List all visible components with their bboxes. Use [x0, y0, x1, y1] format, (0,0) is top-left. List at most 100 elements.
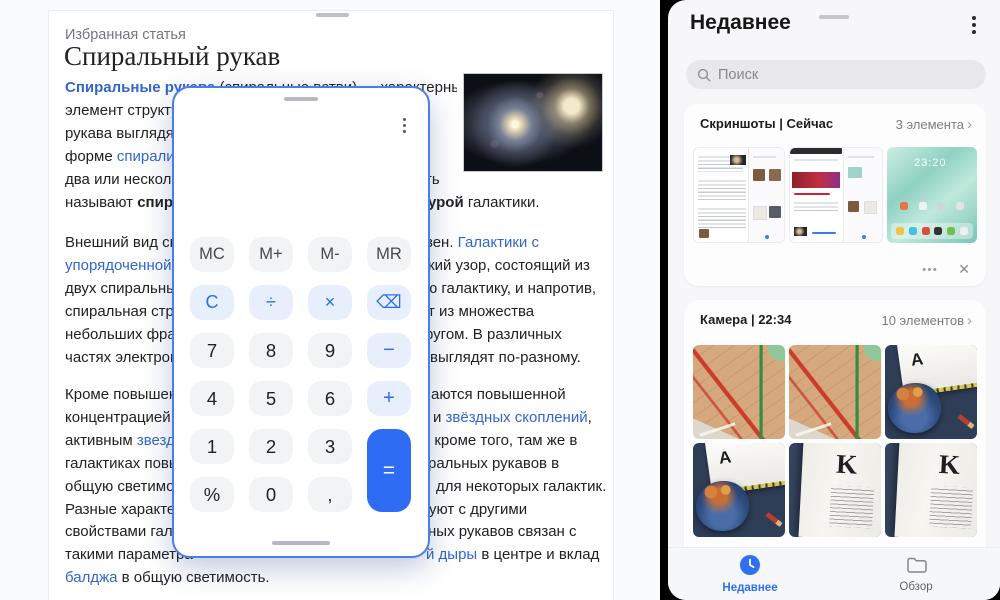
calculator-resize-handle-icon[interactable]	[272, 541, 330, 545]
article-text: Внешний вид спи	[65, 234, 187, 251]
tab-label: Недавнее	[722, 582, 778, 594]
kebab-menu-icon[interactable]	[972, 16, 976, 20]
key-6[interactable]: 6	[308, 381, 352, 416]
key-mc[interactable]: MC	[190, 237, 234, 272]
key-3[interactable]: 3	[308, 429, 352, 464]
article-line-continuation: зен. Галактики с	[426, 233, 539, 253]
article-text: галактики.	[463, 194, 540, 211]
key-7[interactable]: 7	[190, 333, 234, 368]
article-text: для некоторых галактик.	[436, 478, 607, 495]
search-icon	[697, 68, 711, 81]
close-icon[interactable]: ✕	[958, 261, 970, 278]
article-text: т из множества	[428, 303, 535, 320]
key-0[interactable]: 0	[249, 477, 293, 512]
article-link[interactable]: звёздных скоплений	[446, 409, 588, 426]
photo-letter: A	[717, 447, 733, 468]
article-line-continuation: уют с другими	[429, 500, 527, 520]
article-link[interactable]: спирали	[117, 148, 175, 165]
screenshots-count: 3 элемента	[895, 117, 964, 132]
search-input[interactable]: Поиск	[686, 60, 986, 89]
key-1[interactable]: 1	[190, 429, 234, 464]
article-text: ральных рукавов в	[428, 455, 560, 472]
article-line-continuation: урой галактики.	[428, 193, 540, 213]
article-link[interactable]: й дыры	[426, 546, 477, 563]
screenshots-count-link[interactable]: 3 элемента ›	[896, 116, 972, 133]
key-backspace-icon[interactable]: ⌫	[367, 285, 411, 320]
article-text: ,	[587, 409, 592, 426]
article-text: двух спиральных	[65, 280, 185, 297]
key-minus[interactable]: −	[367, 333, 411, 368]
article-text: Кроме повышенн	[65, 386, 186, 403]
chevron-right-icon: ›	[967, 312, 972, 329]
article-line-continuation: выглядят по-разному.	[430, 348, 581, 368]
article-line-continuation: для некоторых галактик.	[436, 477, 606, 497]
article-text: активным	[65, 432, 137, 449]
screenshot-thumbnail[interactable]	[789, 147, 883, 243]
article-text: концентрацией	[65, 409, 175, 426]
article-text: форме	[65, 148, 117, 165]
screenshot-thumbnail[interactable]	[693, 147, 785, 243]
photo-metro-map[interactable]	[789, 345, 881, 439]
wikipedia-app-window: Избранная статья Спиральный рукав Спирал…	[0, 0, 660, 600]
search-placeholder: Поиск	[718, 66, 759, 83]
calculator-drag-handle-icon[interactable]	[284, 97, 318, 101]
article-text: ругом. В различных	[425, 326, 562, 343]
article-line: балджа в общую светимость.	[65, 568, 611, 589]
screenshot-thumbnail-home-screen[interactable]: 23:20	[887, 147, 977, 243]
article-link[interactable]: упорядоченной с	[65, 257, 183, 274]
article-text: в центре и вклад	[477, 546, 600, 563]
calculator-window: MC M+ M- MR C ÷ × ⌫ 7 8 9 − 4 5 6 + 1 2 …	[172, 86, 430, 558]
article-line-continuation: ральных рукавов в	[428, 454, 559, 474]
key-clear[interactable]: C	[190, 285, 234, 320]
key-mr[interactable]: MR	[367, 237, 411, 272]
article-text: называют	[65, 194, 138, 211]
screenshots-section-title: Скриншоты | Сейчас	[700, 116, 834, 131]
dock	[891, 223, 973, 239]
article-line-continuation: й дыры в центре и вклад	[426, 545, 599, 565]
galaxy-image[interactable]	[463, 73, 603, 172]
folder-icon	[906, 555, 927, 575]
chevron-right-icon: ›	[967, 116, 972, 133]
window-drag-handle[interactable]	[316, 13, 349, 17]
key-8[interactable]: 8	[249, 333, 293, 368]
article-line-continuation: аются повышенной	[431, 385, 566, 405]
photo-letter: K	[835, 448, 858, 480]
key-multiply[interactable]: ×	[308, 285, 352, 320]
camera-count-link[interactable]: 10 элементов ›	[881, 312, 972, 329]
article-line-continuation: , кроме того, там же в	[426, 431, 577, 451]
key-m-plus[interactable]: M+	[249, 237, 293, 272]
article-line-continuation: т из множества	[428, 302, 534, 322]
key-comma[interactable]: ,	[308, 477, 352, 512]
screenshots-card: Скриншоты | Сейчас 3 элемента › 23:20 ••…	[684, 104, 986, 286]
key-4[interactable]: 4	[190, 381, 234, 416]
kebab-menu-icon[interactable]	[402, 118, 406, 122]
key-percent[interactable]: %	[190, 477, 234, 512]
article-text: урой	[428, 194, 464, 211]
photo-book-and-stone[interactable]: A	[885, 345, 977, 439]
article-text: аются повышенной	[431, 386, 566, 403]
more-options-icon[interactable]: •••	[922, 264, 938, 276]
key-2[interactable]: 2	[249, 429, 293, 464]
photo-book-page[interactable]: K	[789, 443, 881, 537]
bottom-tab-bar: Недавнее Обзор	[668, 547, 1000, 600]
panel-drag-handle-icon[interactable]	[819, 15, 849, 19]
photo-book-page[interactable]: K	[885, 443, 977, 537]
key-9[interactable]: 9	[308, 333, 352, 368]
key-m-minus[interactable]: M-	[308, 237, 352, 272]
tab-label: Обзор	[899, 581, 933, 593]
camera-section-title: Камера | 22:34	[700, 312, 792, 327]
article-link[interactable]: Галактики с	[458, 234, 539, 251]
article-line-continuation: ных рукавов связан с	[428, 522, 577, 542]
photo-metro-map[interactable]	[693, 345, 785, 439]
article-link[interactable]: балджа	[65, 569, 117, 586]
tab-browse[interactable]: Обзор	[856, 555, 976, 593]
article-text: в общую светимость.	[117, 569, 270, 586]
article-text: общую светимост	[65, 478, 189, 495]
photo-book-and-stone[interactable]: A	[693, 443, 785, 537]
tab-recent[interactable]: Недавнее	[690, 555, 810, 594]
screen: Избранная статья Спиральный рукав Спирал…	[0, 0, 1000, 600]
key-5[interactable]: 5	[249, 381, 293, 416]
key-plus[interactable]: +	[367, 381, 411, 416]
key-equals[interactable]: =	[367, 429, 411, 512]
key-divide[interactable]: ÷	[249, 285, 293, 320]
